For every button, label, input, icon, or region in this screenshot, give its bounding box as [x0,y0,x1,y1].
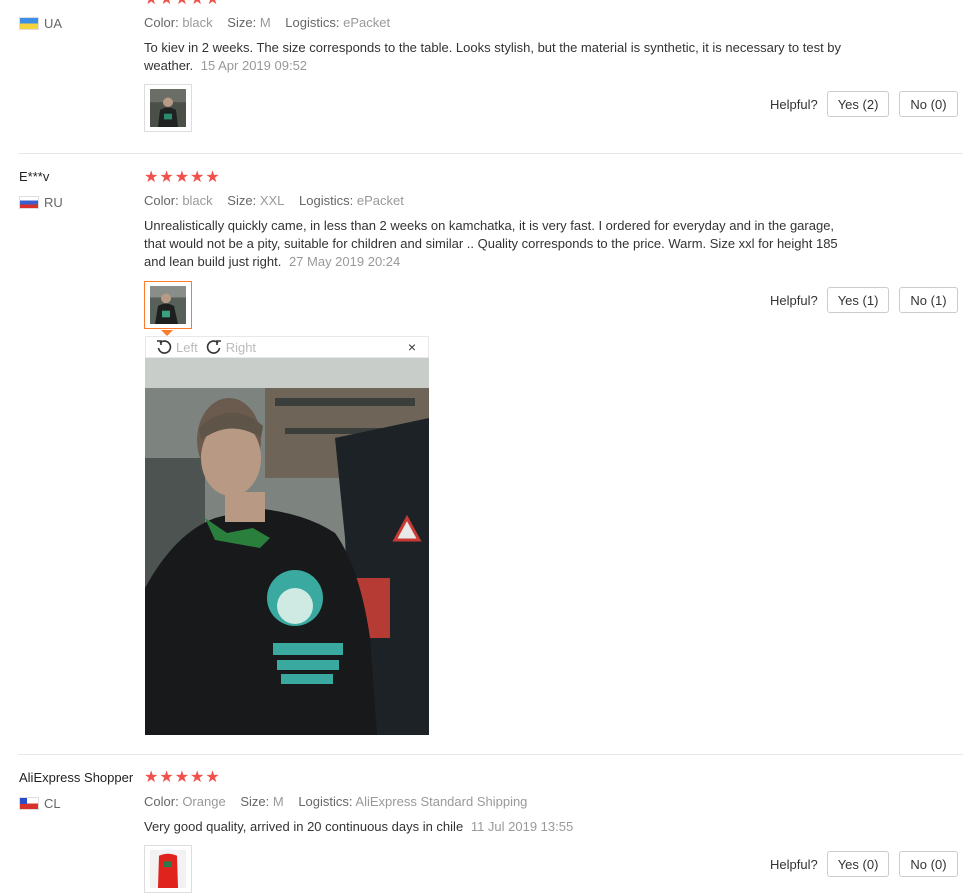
review-time: 15 Apr 2019 09:52 [200,58,308,73]
size-label: Size: [227,193,257,208]
helpful-label: Helpful? [770,856,818,872]
russia-flag-icon [19,196,39,209]
color-value: black [182,15,213,30]
reviewer-country: CL [19,796,61,811]
photo-image [150,850,186,888]
review-text: Unrealistically quickly came, in less th… [144,218,838,269]
color-value: black [182,193,213,208]
size-value: XXL [259,193,285,208]
helpful-no-button[interactable]: No (0) [899,91,958,117]
logistics-value: ePacket [343,15,391,30]
review-time: 27 May 2019 20:24 [288,254,401,269]
rating-stars: ★★★★★ [144,0,221,9]
photo-image [150,286,186,324]
helpful-no-button[interactable]: No (1) [899,287,958,313]
logistics-value: AliExpress Standard Shipping [355,794,528,809]
close-icon[interactable]: × [408,339,416,355]
helpful-label: Helpful? [770,96,818,112]
color-label: Color: [144,15,179,30]
rotate-left-icon [157,340,172,354]
review-photo-thumbnail[interactable] [144,845,192,893]
review-text-block: Very good quality, arrived in 20 continu… [144,818,859,836]
helpful-yes-button[interactable]: Yes (0) [826,851,890,877]
review-time: 11 Jul 2019 13:55 [470,819,574,834]
rotate-right-icon [206,340,221,354]
review-photo-thumbnail[interactable] [144,84,192,132]
color-label: Color: [144,794,179,809]
helpful-controls: Helpful? Yes (1) No (1) [770,287,958,313]
logistics-label: Logistics: [299,193,354,208]
country-code: RU [44,195,63,210]
helpful-controls: Helpful? Yes (2) No (0) [770,91,958,117]
country-code: UA [44,16,63,31]
rotate-left-button[interactable]: Left [156,339,198,355]
size-label: Size: [227,15,257,30]
order-attributes: Color: black Size: M Logistics: ePacket [144,15,401,30]
logistics-label: Logistics: [285,15,340,30]
rotate-left-label: Left [176,339,198,355]
ukraine-flag-icon [19,17,39,30]
review-text: Very good quality, arrived in 20 continu… [144,819,464,834]
review-text-block: Unrealistically quickly came, in less th… [144,217,859,271]
color-label: Color: [144,193,179,208]
review-photo-thumbnail[interactable] [144,281,192,329]
logistics-label: Logistics: [298,794,353,809]
reviewer-country: RU [19,195,63,210]
reviewer-name: AliExpress Shopper [19,770,134,785]
size-value: M [272,794,284,809]
review-text-block: To kiev in 2 weeks. The size corresponds… [144,39,859,75]
helpful-yes-button[interactable]: Yes (1) [826,287,890,313]
color-value: Orange [182,794,226,809]
review-divider [18,153,963,154]
size-value: M [259,15,271,30]
helpful-controls: Helpful? Yes (0) No (0) [770,851,958,877]
review-divider [18,754,963,755]
order-attributes: Color: black Size: XXL Logistics: ePacke… [144,193,415,208]
rotate-right-label: Right [225,339,257,355]
rotate-right-button[interactable]: Right [206,339,256,355]
reviewer-country: UA [19,16,62,31]
chile-flag-icon [19,797,39,810]
photo-image [150,89,186,127]
reviewer-name: E***v [19,169,50,184]
enlarged-review-photo [145,358,429,735]
size-label: Size: [240,794,270,809]
rating-stars: ★★★★★ [144,169,221,186]
photo-viewer-toolbar: Left Right × [145,336,429,358]
helpful-no-button[interactable]: No (0) [899,851,958,877]
rating-stars: ★★★★★ [144,769,221,786]
logistics-value: ePacket [356,193,404,208]
country-code: CL [44,796,61,811]
order-attributes: Color: Orange Size: M Logistics: AliExpr… [144,794,538,809]
helpful-yes-button[interactable]: Yes (2) [826,91,890,117]
helpful-label: Helpful? [770,292,818,308]
